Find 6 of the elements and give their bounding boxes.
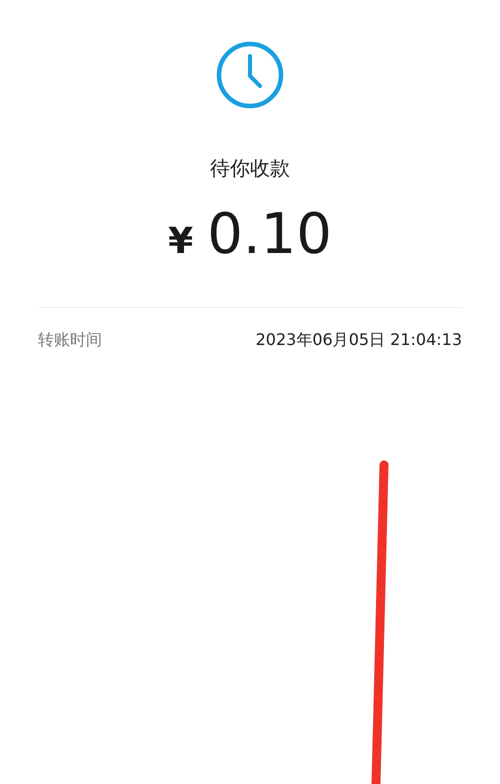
detail-value: 2023年06月05日 21:04:13 [256,329,462,351]
amount-value: 0.10 [207,203,332,267]
clock-icon [216,41,284,109]
transfer-status: 待你收款 [210,155,290,181]
currency-symbol: ¥ [168,221,194,262]
detail-label: 转账时间 [38,329,102,351]
